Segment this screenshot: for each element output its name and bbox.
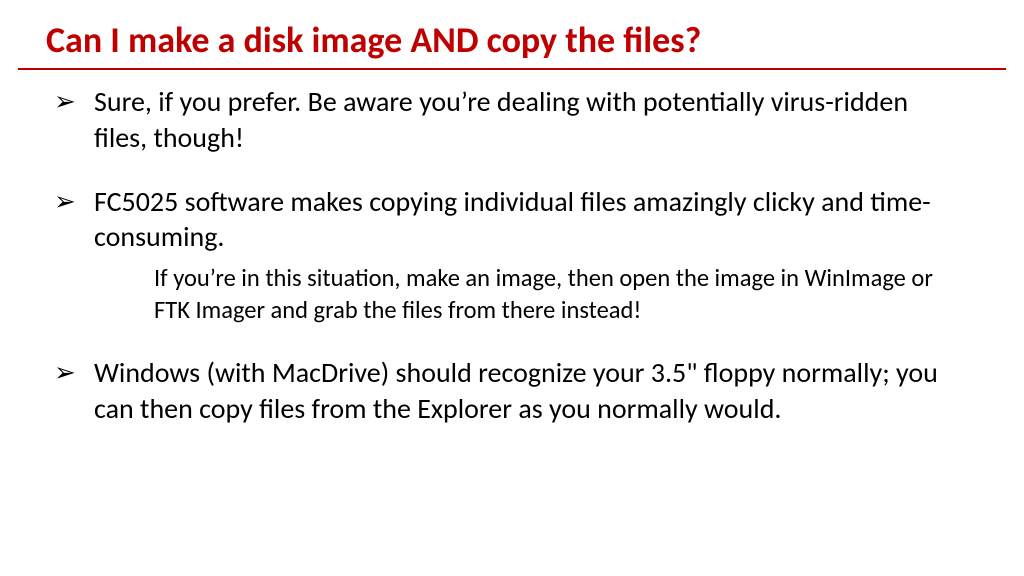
bullet-text: Sure, if you prefer. Be aware you’re dea…	[94, 84, 908, 155]
slide-body: ➢ Sure, if you prefer. Be aware you’re d…	[0, 84, 1024, 427]
bullet-text: FC5025 software makes copying individual…	[94, 184, 931, 255]
slide: Can I make a disk image AND copy the fil…	[0, 0, 1024, 576]
chevron-right-icon: ➢	[54, 184, 76, 219]
list-item: ➢ Windows (with MacDrive) should recogni…	[54, 355, 964, 427]
bullet-list: ➢ Sure, if you prefer. Be aware you’re d…	[54, 84, 964, 427]
list-item: ➢ Sure, if you prefer. Be aware you’re d…	[54, 84, 964, 156]
sub-bullet-text: If you’re in this situation, make an ima…	[154, 263, 964, 327]
list-item: ➢ FC5025 software makes copying individu…	[54, 184, 964, 327]
slide-title: Can I make a disk image AND copy the fil…	[0, 18, 1024, 68]
bullet-text: Windows (with MacDrive) should recognize…	[94, 355, 938, 426]
title-rule	[18, 68, 1006, 70]
chevron-right-icon: ➢	[54, 355, 76, 390]
chevron-right-icon: ➢	[54, 84, 76, 119]
